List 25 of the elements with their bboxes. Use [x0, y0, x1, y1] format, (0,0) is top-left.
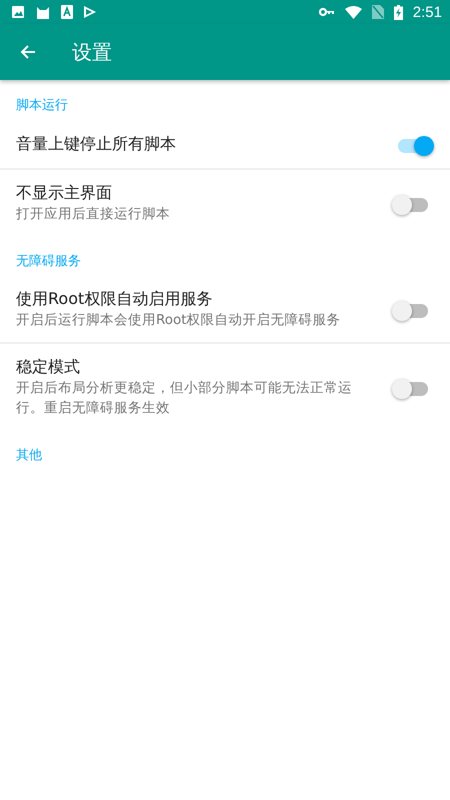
section-header: 无障碍服务	[15, 253, 82, 271]
screen-title: 设置	[72, 38, 112, 66]
preference-summary: 开启后运行脚本会使用Root权限自动开启无障碍服务	[16, 311, 342, 330]
wifi-icon	[344, 6, 362, 18]
key-icon	[318, 7, 335, 17]
preference-row[interactable]: 使用Root权限自动启用服务 开启后运行脚本会使用Root权限自动开启无障碍服务	[0, 276, 450, 342]
preference-title: 音量上键停止所有脚本	[16, 133, 177, 155]
preference-row[interactable]: 不显示主界面 打开应用后直接运行脚本	[0, 170, 450, 236]
battery-charging-icon	[394, 4, 403, 20]
preference-summary: 打开应用后直接运行脚本	[16, 205, 171, 224]
clock-time: 2:51	[412, 4, 442, 20]
preference-title: 稳定模式	[16, 356, 81, 378]
preference-row[interactable]: 稳定模式 开启后布局分析更稳定，但小部分脚本可能无法正常运行。重启无障碍服务生效	[0, 344, 450, 430]
preference-title: 使用Root权限自动启用服务	[16, 288, 214, 310]
back-arrow-icon	[20, 44, 36, 60]
preference-summary: 开启后布局分析更稳定，但小部分脚本可能无法正常运行。重启无障碍服务生效	[16, 379, 353, 418]
preference-title: 不显示主界面	[16, 182, 113, 204]
section-header: 其他	[15, 447, 43, 465]
no-signal-icon	[372, 5, 384, 19]
preference-row[interactable]: 音量上键停止所有脚本	[0, 120, 450, 168]
letter-icon	[61, 5, 73, 19]
play-store-icon	[83, 5, 97, 19]
cat-icon	[35, 4, 51, 20]
image-icon	[11, 5, 25, 19]
section-header: 脚本运行	[15, 97, 69, 115]
